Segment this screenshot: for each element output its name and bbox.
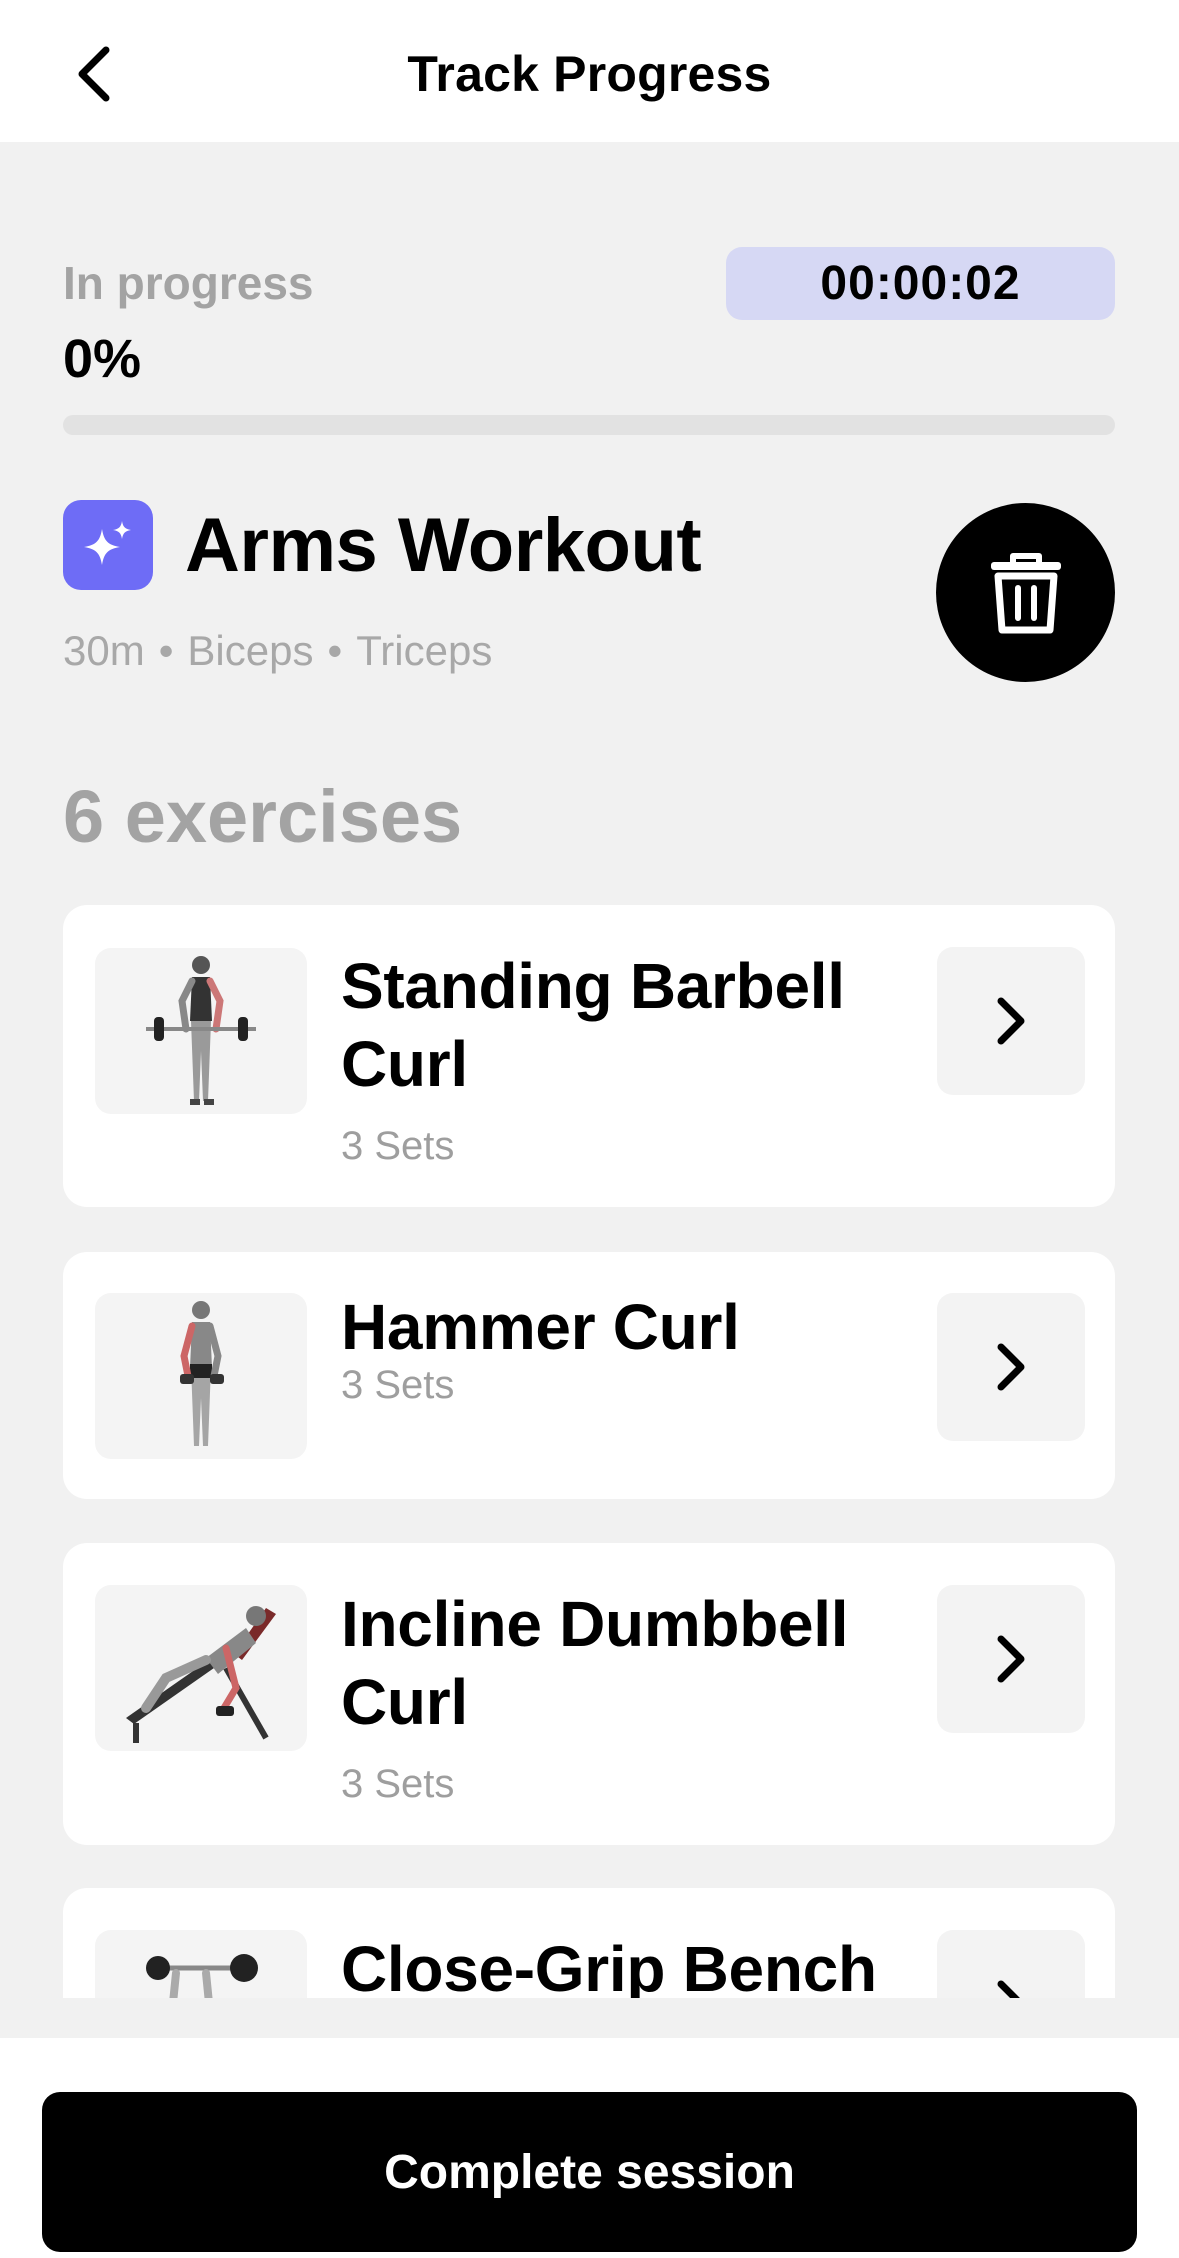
trash-icon bbox=[990, 552, 1061, 633]
meta-separator: • bbox=[158, 627, 174, 674]
workout-icon-badge bbox=[63, 500, 153, 590]
sparkles-icon bbox=[84, 521, 131, 565]
session-timer: 00:00:02 bbox=[726, 247, 1115, 320]
workout-duration: 30m bbox=[63, 627, 145, 674]
barbell-curl-figure-icon bbox=[146, 956, 256, 1105]
workout-meta: 30m • Biceps • Triceps bbox=[63, 625, 492, 677]
exercise-open-button[interactable] bbox=[937, 1585, 1085, 1733]
exercise-count: 6 exercises bbox=[63, 775, 463, 858]
exercise-thumbnail bbox=[95, 1585, 307, 1751]
exercise-thumbnail bbox=[95, 1293, 307, 1459]
exercise-name: Close-Grip Bench bbox=[341, 1933, 877, 1998]
workout-title: Arms Workout bbox=[185, 503, 702, 588]
exercise-name: Hammer Curl bbox=[341, 1291, 740, 1363]
chevron-right-icon bbox=[997, 1343, 1025, 1391]
exercise-card[interactable]: Standing Barbell Curl 3 Sets bbox=[63, 905, 1115, 1207]
chevron-right-icon bbox=[997, 1635, 1025, 1683]
progress-bar bbox=[63, 415, 1115, 435]
meta-separator: • bbox=[327, 627, 343, 674]
progress-percent: 0% bbox=[63, 329, 142, 389]
incline-curl-figure-icon bbox=[126, 1606, 276, 1743]
delete-workout-button[interactable] bbox=[936, 503, 1115, 682]
exercise-thumbnail bbox=[95, 1930, 307, 1998]
header: Track Progress bbox=[0, 0, 1179, 142]
exercise-card[interactable]: Close-Grip Bench bbox=[63, 1888, 1115, 1998]
exercise-open-button[interactable] bbox=[937, 1293, 1085, 1441]
chevron-right-icon bbox=[997, 1980, 1020, 1998]
session-status-label: In progress bbox=[63, 257, 314, 309]
exercise-name: Standing Barbell Curl bbox=[341, 950, 845, 1100]
exercise-sets: 3 Sets bbox=[341, 1363, 455, 1407]
exercise-sets: 3 Sets bbox=[341, 1762, 455, 1806]
exercise-name: Incline Dumbbell Curl bbox=[341, 1588, 849, 1738]
page-title: Track Progress bbox=[407, 46, 772, 102]
exercise-open-button[interactable] bbox=[937, 1930, 1085, 1998]
exercise-card[interactable]: Hammer Curl 3 Sets bbox=[63, 1252, 1115, 1499]
exercise-list: Standing Barbell Curl 3 Sets Hammer Curl… bbox=[0, 900, 1179, 1998]
hammer-curl-figure-icon bbox=[180, 1301, 224, 1446]
chevron-right-icon bbox=[997, 997, 1025, 1045]
exercise-card[interactable]: Incline Dumbbell Curl 3 Sets bbox=[63, 1543, 1115, 1845]
exercise-thumbnail bbox=[95, 948, 307, 1114]
bench-press-figure-icon bbox=[146, 1954, 258, 1998]
complete-session-button[interactable]: Complete session bbox=[42, 2092, 1137, 2252]
exercise-open-button[interactable] bbox=[937, 947, 1085, 1095]
exercise-sets: 3 Sets bbox=[341, 1124, 455, 1168]
muscle-tag: Triceps bbox=[356, 627, 493, 674]
muscle-tag: Biceps bbox=[187, 627, 314, 674]
